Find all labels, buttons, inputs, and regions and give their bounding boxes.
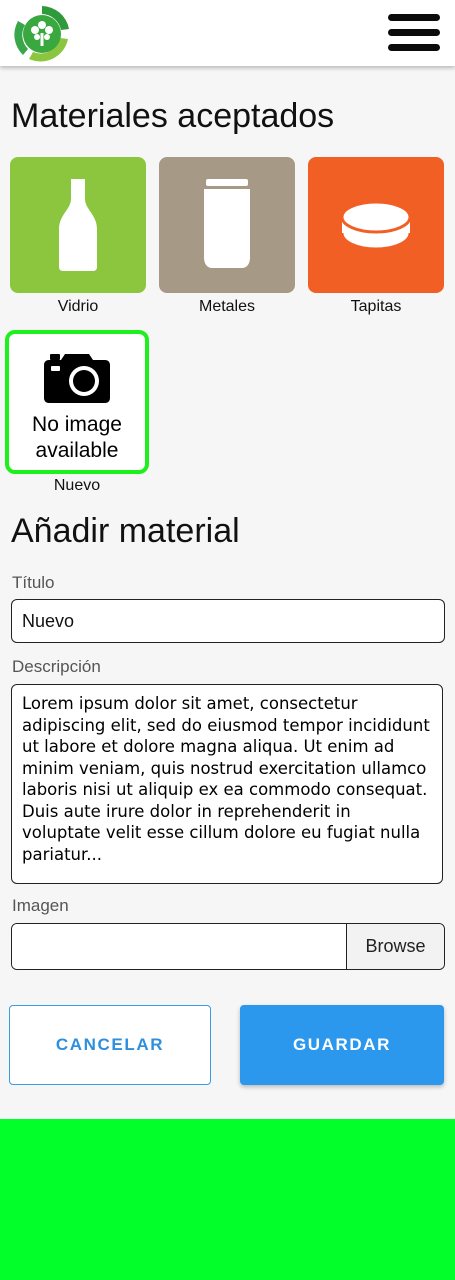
title-field-label: Título xyxy=(12,573,55,592)
material-label: Metales xyxy=(198,298,256,315)
material-tile-nuevo[interactable]: No image available xyxy=(5,330,149,474)
menu-bar xyxy=(388,29,440,36)
description-textarea[interactable]: Lorem ipsum dolor sit amet, consectetur … xyxy=(11,684,443,884)
save-button[interactable]: GUARDAR xyxy=(240,1005,444,1085)
material-label: Tapitas xyxy=(350,298,402,315)
image-path-input[interactable] xyxy=(12,924,351,969)
menu-bar xyxy=(388,14,440,21)
image-field-label: Imagen xyxy=(12,896,69,915)
placeholder-line: No image xyxy=(32,413,122,436)
hamburger-menu-icon[interactable] xyxy=(388,12,442,54)
camera-icon xyxy=(44,354,110,403)
title-input[interactable] xyxy=(11,599,445,643)
bottle-icon xyxy=(59,179,97,271)
cancel-button[interactable]: CANCELAR xyxy=(9,1005,211,1085)
material-tile-metales[interactable] xyxy=(159,157,295,293)
bottle-cap-icon xyxy=(340,200,412,251)
footer-bar xyxy=(0,1119,455,1280)
accepted-materials-title: Materiales aceptados xyxy=(11,97,335,135)
no-image-placeholder: No image available xyxy=(9,412,145,464)
browse-button[interactable]: Browse xyxy=(346,924,444,969)
description-field-label: Descripción xyxy=(12,657,101,676)
image-file-picker: Browse xyxy=(11,923,445,970)
add-material-title: Añadir material xyxy=(11,512,240,550)
menu-bar xyxy=(388,44,440,51)
recycling-tree-logo[interactable] xyxy=(11,3,73,65)
app-header xyxy=(0,0,455,66)
can-icon xyxy=(204,179,250,268)
material-tile-tapitas[interactable] xyxy=(308,157,444,293)
placeholder-line: available xyxy=(35,439,119,462)
material-label: Nuevo xyxy=(53,477,101,494)
material-tile-vidrio[interactable] xyxy=(10,157,146,293)
material-label: Vidrio xyxy=(57,298,99,315)
